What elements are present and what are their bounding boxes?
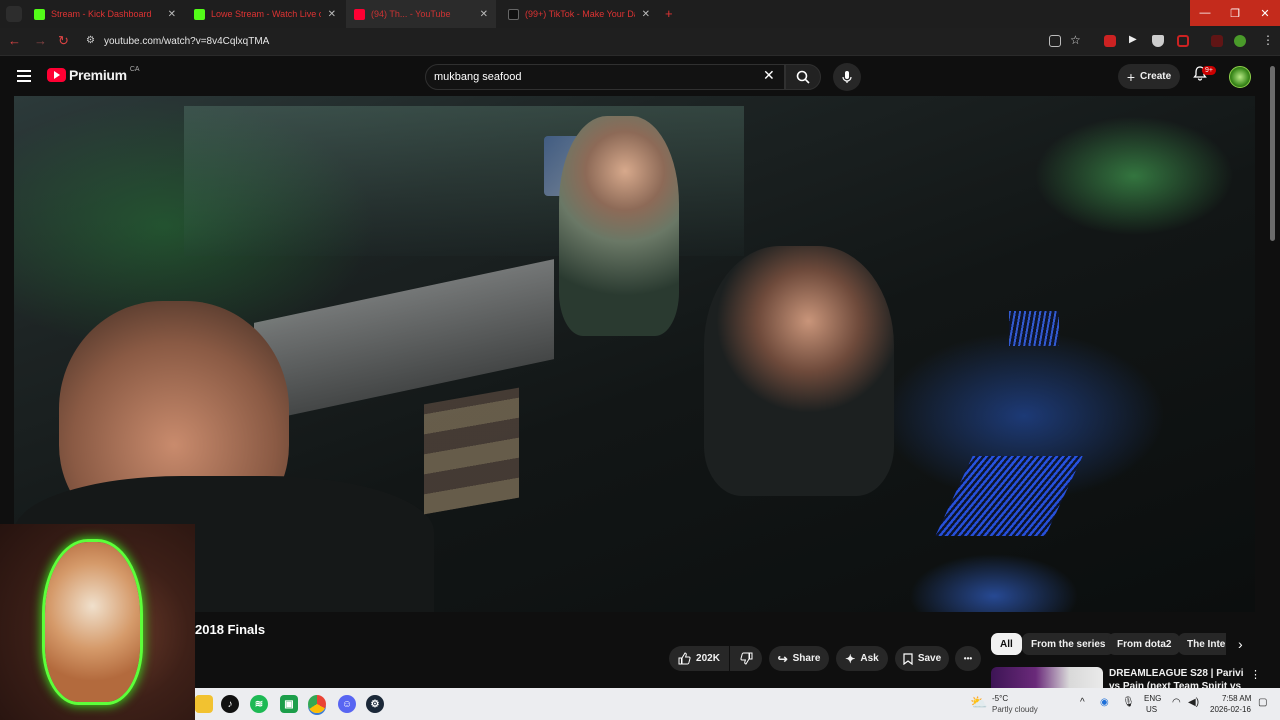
minimize-button[interactable]: — [1190, 0, 1220, 26]
share-arrow-icon: ↪ [777, 651, 788, 666]
webcam-overlay [0, 524, 195, 720]
maximize-button[interactable]: ❐ [1220, 0, 1250, 26]
voice-search-button[interactable] [833, 63, 861, 91]
close-tab-icon[interactable]: ✕ [480, 9, 488, 20]
monitor-screen [424, 387, 519, 515]
player-back [559, 116, 679, 336]
close-tab-icon[interactable]: ✕ [328, 9, 336, 20]
thumbs-down-icon [739, 652, 752, 665]
search-box [425, 64, 785, 90]
new-tab-button[interactable]: + [665, 6, 673, 21]
search-button[interactable] [785, 64, 821, 90]
volume-icon[interactable]: ◀) [1188, 697, 1199, 708]
hamburger-menu-icon[interactable] [17, 70, 31, 82]
chips-next-chevron-icon[interactable]: › [1238, 636, 1243, 652]
extension-red-icon[interactable] [1104, 35, 1116, 47]
thumbs-up-icon [678, 652, 691, 665]
bookmark-icon [903, 652, 913, 665]
green-lights [1034, 116, 1234, 236]
kick-icon [34, 8, 45, 20]
kick-icon [194, 8, 205, 20]
url-field[interactable]: youtube.com/watch?v=8v4CqlxqTMA [104, 36, 269, 47]
discord-icon[interactable]: ☺ [338, 695, 356, 713]
clock-date[interactable]: 2026-02-16 [1210, 705, 1251, 714]
site-info-icon[interactable]: ⚙ [86, 35, 95, 46]
sparkle-icon: ✦ [845, 651, 856, 666]
chrome-icon[interactable] [308, 695, 326, 713]
tray-overflow-icon[interactable]: ^ [1080, 697, 1085, 708]
tab-tiktok[interactable]: (99+) TikTok - Make Your Day ✕ [500, 0, 658, 28]
youtube-premium-logo[interactable]: Premium CA [47, 66, 140, 83]
weather-icon[interactable]: ⛅ [970, 694, 987, 711]
browser-menu-icon[interactable] [6, 6, 22, 22]
ask-button[interactable]: ✦ Ask [836, 646, 888, 671]
file-explorer-icon[interactable] [195, 695, 213, 713]
install-app-icon[interactable] [1049, 35, 1061, 47]
create-button[interactable]: + Create [1118, 64, 1180, 89]
player-middle [704, 246, 894, 496]
language-bottom[interactable]: US [1146, 705, 1157, 714]
more-actions-button[interactable]: ••• [955, 646, 981, 671]
keyboard-rgb-back [1009, 311, 1059, 346]
account-avatar[interactable] [1229, 66, 1251, 88]
plus-icon: + [1126, 68, 1136, 85]
weather-desc: Partly cloudy [992, 705, 1038, 714]
extension-shield-icon[interactable] [1152, 35, 1164, 47]
dislike-button[interactable] [730, 646, 762, 671]
chip-all[interactable]: All [991, 633, 1022, 655]
notification-center-icon[interactable]: ▢ [1258, 697, 1267, 708]
back-arrow-icon[interactable]: ← [8, 33, 21, 48]
weather-temp: -5°C [992, 694, 1009, 703]
forward-arrow-icon[interactable]: → [34, 33, 47, 48]
youtube-play-icon [47, 68, 66, 82]
keyboard-rgb [935, 456, 1083, 536]
notification-count-badge: 9+ [1202, 66, 1216, 75]
search-input[interactable] [434, 71, 734, 83]
search-icon [796, 70, 810, 84]
chip-the-international[interactable]: The Inter [1178, 633, 1226, 655]
address-bar-row: ← → ↻ ⚙ youtube.com/watch?v=8v4CqlxqTMA … [0, 28, 1280, 56]
like-button[interactable]: 202K [669, 646, 729, 671]
tiktok-taskbar-icon[interactable]: ♪ [221, 695, 239, 713]
chip-from-the-series[interactable]: From the series [1022, 633, 1115, 655]
close-window-button[interactable]: ✕ [1250, 0, 1280, 26]
window-controls: — ❐ ✕ [1190, 0, 1280, 28]
close-tab-icon[interactable]: ✕ [642, 9, 650, 20]
bookmark-star-icon[interactable]: ☆ [1070, 33, 1081, 47]
squirrel-sticker [45, 542, 140, 702]
tiktok-icon [508, 8, 519, 20]
tab-kick-stream[interactable]: Lowe Stream - Watch Live on K ✕ [186, 0, 344, 28]
clear-search-icon[interactable]: ✕ [763, 67, 775, 84]
language-top[interactable]: ENG [1144, 694, 1161, 703]
video-title: 2018 Finals [195, 622, 266, 637]
recommendation-menu-icon[interactable]: ⋮ [1250, 668, 1261, 681]
profile-avatar-icon[interactable] [1234, 35, 1246, 47]
tray-app-icon[interactable]: ◉ [1100, 697, 1109, 708]
tab-kick-dashboard[interactable]: Stream - Kick Dashboard ✕ [26, 0, 184, 28]
app-green-icon[interactable]: ▣ [280, 695, 298, 713]
tab-youtube[interactable]: (94) Th... - YouTube ✕ [346, 0, 496, 28]
recommendation-thumbnail[interactable] [991, 667, 1103, 689]
wifi-icon[interactable]: ◠ [1172, 697, 1181, 708]
close-tab-icon[interactable]: ✕ [168, 9, 176, 20]
extension-red-square-icon[interactable] [1177, 35, 1189, 47]
browser-more-icon[interactable]: ⋮ [1262, 33, 1274, 47]
reload-icon[interactable]: ↻ [58, 33, 69, 49]
page-scrollbar[interactable] [1270, 66, 1275, 241]
windows-taskbar [195, 688, 1280, 720]
microphone-icon [842, 71, 852, 83]
tray-mic-icon[interactable]: 🎙 [1122, 697, 1135, 708]
video-player[interactable] [14, 96, 1255, 612]
spotify-icon[interactable]: ≋ [250, 695, 268, 713]
extension-dark-red-icon[interactable] [1211, 35, 1223, 47]
extension-play-icon[interactable]: ▶ [1129, 34, 1137, 45]
youtube-icon [354, 8, 365, 20]
steam-icon[interactable]: ⚙ [366, 695, 384, 713]
clock-time[interactable]: 7:58 AM [1222, 694, 1251, 703]
browser-tab-bar: Stream - Kick Dashboard ✕ Lowe Stream - … [0, 0, 1280, 28]
share-button[interactable]: ↪ Share [769, 646, 829, 671]
chip-from-dota2[interactable]: From dota2 [1108, 633, 1181, 655]
save-button[interactable]: Save [895, 646, 949, 671]
